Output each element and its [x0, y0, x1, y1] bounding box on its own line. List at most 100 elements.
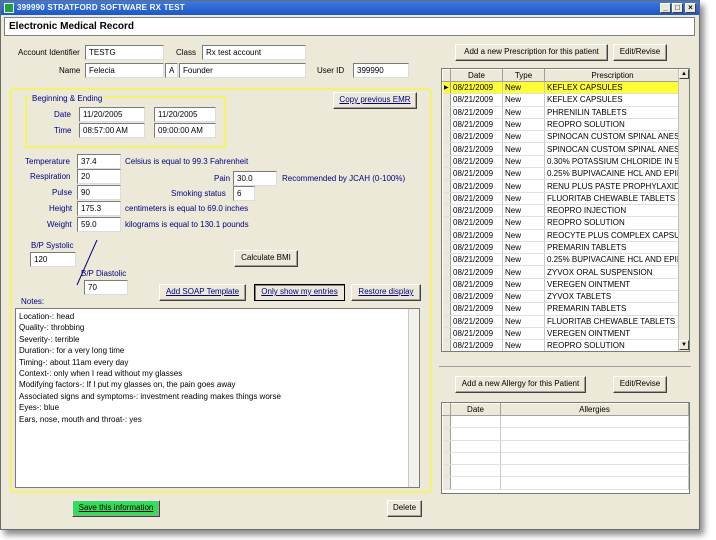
rx-cell-rx[interactable]: 0.25% BUPIVACAINE HCL AND EPII	[544, 167, 681, 181]
rx-cell-type[interactable]: New	[502, 265, 545, 279]
table-row[interactable]: 08/21/2009 New ZYVOX TABLETS	[442, 290, 681, 304]
allergy-empty-row[interactable]	[442, 464, 689, 478]
allergy-cell[interactable]	[500, 452, 689, 466]
rx-cell-rx[interactable]: ZYVOX TABLETS	[544, 290, 681, 304]
rx-cell-date[interactable]: 08/21/2009	[450, 253, 503, 267]
allergy-cell[interactable]	[500, 440, 689, 453]
table-row[interactable]: 08/21/2009 New REOPRO INJECTION	[442, 204, 681, 218]
rx-cell-type[interactable]: New	[502, 253, 545, 267]
height-field[interactable]: 175.3	[77, 201, 121, 216]
rx-cell-type[interactable]: New	[502, 106, 545, 119]
table-row[interactable]: 08/21/2009 New PREMARIN TABLETS	[442, 241, 681, 255]
rx-cell-rx[interactable]: PREMARIN TABLETS	[544, 241, 681, 255]
rx-cell-type[interactable]: New	[502, 93, 545, 107]
rx-col-date[interactable]: Date	[450, 69, 503, 82]
close-icon[interactable]: ×	[685, 3, 696, 13]
row-indicator[interactable]	[442, 130, 451, 144]
scroll-up-icon[interactable]: ▲	[679, 69, 689, 79]
end-date-field[interactable]: 11/20/2005	[154, 107, 216, 122]
rx-cell-type[interactable]: New	[502, 216, 545, 230]
rx-scrollbar[interactable]: ▲ ▼	[678, 69, 689, 351]
add-allergy-button[interactable]: Add a new Allergy for this Patient	[455, 376, 586, 393]
row-indicator[interactable]	[442, 204, 451, 218]
rx-cell-date[interactable]: 08/21/2009	[450, 81, 503, 95]
end-time-field[interactable]: 09:00:00 AM	[154, 123, 216, 138]
rx-cell-type[interactable]: New	[502, 192, 545, 205]
row-indicator[interactable]	[442, 216, 451, 230]
row-indicator[interactable]	[442, 327, 451, 341]
smoking-status-field[interactable]: 6	[233, 186, 255, 201]
row-indicator[interactable]	[442, 167, 451, 181]
calculate-bmi-button[interactable]: Calculate BMI	[234, 250, 298, 267]
table-row[interactable]: 08/21/2009 New PHRENILIN TABLETS	[442, 106, 681, 119]
row-indicator[interactable]	[442, 118, 451, 132]
rx-cell-date[interactable]: 08/21/2009	[450, 229, 503, 242]
table-row[interactable]: 08/21/2009 New SPINOCAN CUSTOM SPINAL ANES	[442, 130, 681, 144]
start-date-field[interactable]: 11/20/2005	[79, 107, 145, 122]
allergy-cell[interactable]	[442, 427, 451, 441]
account-identifier-field[interactable]: TESTG	[85, 45, 164, 60]
rx-cell-date[interactable]: 08/21/2009	[450, 93, 503, 107]
allergy-cell[interactable]	[442, 452, 451, 466]
rx-cell-type[interactable]: New	[502, 81, 545, 95]
row-indicator[interactable]	[442, 302, 451, 316]
allergy-cell[interactable]	[450, 415, 501, 429]
rx-cell-date[interactable]: 08/21/2009	[450, 106, 503, 119]
row-indicator[interactable]	[442, 241, 451, 255]
allergy-empty-row[interactable]	[442, 427, 689, 441]
prescription-edit-button[interactable]: Edit/Revise	[613, 44, 667, 61]
rx-cell-type[interactable]: New	[502, 142, 545, 156]
rx-cell-rx[interactable]: REOPRO SOLUTION	[544, 339, 681, 351]
rx-cell-date[interactable]: 08/21/2009	[450, 216, 503, 230]
row-indicator[interactable]	[442, 155, 451, 169]
rx-cell-rx[interactable]: SPINOCAN CUSTOM SPINAL ANES	[544, 142, 681, 156]
rx-cell-type[interactable]: New	[502, 241, 545, 255]
allergy-cell[interactable]	[442, 440, 451, 453]
table-row[interactable]: 08/21/2009 New 0.30% POTASSIUM CHLORIDE IN…	[442, 155, 681, 169]
row-indicator[interactable]	[442, 339, 451, 351]
row-indicator[interactable]	[442, 290, 451, 304]
rx-cell-date[interactable]: 08/21/2009	[450, 155, 503, 169]
rx-cell-rx[interactable]: REOPRO SOLUTION	[544, 118, 681, 132]
weight-field[interactable]: 59.0	[77, 217, 121, 232]
allergy-cell[interactable]	[442, 415, 451, 429]
temperature-field[interactable]: 37.4	[77, 154, 121, 169]
rx-cell-rx[interactable]: VEREGEN OINTMENT	[544, 278, 681, 292]
allergy-cell[interactable]	[500, 464, 689, 478]
rx-cell-rx[interactable]: REOPRO INJECTION	[544, 204, 681, 218]
row-indicator[interactable]	[442, 106, 451, 119]
rx-cell-rx[interactable]: KEFLEX CAPSULES	[544, 93, 681, 107]
allergy-cell[interactable]	[450, 476, 501, 490]
rx-cell-type[interactable]: New	[502, 130, 545, 144]
rx-cell-rx[interactable]: FLUORITAB CHEWABLE TABLETS	[544, 192, 681, 205]
delete-button[interactable]: Delete	[387, 500, 422, 517]
allergy-col-date[interactable]: Date	[450, 403, 501, 416]
maximize-icon[interactable]: □	[672, 3, 683, 13]
scroll-down-icon[interactable]: ▼	[679, 340, 689, 350]
allergy-col-allergies[interactable]: Allergies	[500, 403, 689, 416]
rx-cell-date[interactable]: 08/21/2009	[450, 130, 503, 144]
row-indicator[interactable]	[442, 265, 451, 279]
row-indicator[interactable]	[442, 192, 451, 205]
table-row[interactable]: 08/21/2009 New FLUORITAB CHEWABLE TABLETS	[442, 192, 681, 205]
rx-cell-rx[interactable]: 0.30% POTASSIUM CHLORIDE IN 5	[544, 155, 681, 169]
table-row[interactable]: 08/21/2009 New REOPRO SOLUTION	[442, 339, 681, 351]
allergy-cell[interactable]	[500, 415, 689, 429]
middle-initial-field[interactable]: A	[165, 63, 178, 78]
table-row[interactable]: 08/21/2009 New REOPRO SOLUTION	[442, 118, 681, 132]
rx-cell-rx[interactable]: PHRENILIN TABLETS	[544, 106, 681, 119]
user-id-field[interactable]: 399990	[353, 63, 409, 78]
rx-cell-type[interactable]: New	[502, 302, 545, 316]
rx-cell-rx[interactable]: FLUORITAB CHEWABLE TABLETS	[544, 315, 681, 328]
bp-diastolic-field[interactable]: 70	[84, 280, 128, 295]
rx-cell-rx[interactable]: VEREGEN OINTMENT	[544, 327, 681, 341]
table-row[interactable]: 08/21/2009 New FLUORITAB CHEWABLE TABLETS	[442, 315, 681, 328]
allergy-empty-row[interactable]	[442, 452, 689, 466]
table-row[interactable]: 08/21/2009 New REOCYTE PLUS COMPLEX CAPSU	[442, 229, 681, 242]
only-show-my-entries-button[interactable]: Only show my entries	[254, 284, 345, 301]
rx-cell-rx[interactable]: REOPRO SOLUTION	[544, 216, 681, 230]
allergy-cell[interactable]	[442, 476, 451, 490]
last-name-field[interactable]: Founder	[179, 63, 306, 78]
start-time-field[interactable]: 08:57:00 AM	[79, 123, 145, 138]
rx-cell-date[interactable]: 08/21/2009	[450, 339, 503, 351]
